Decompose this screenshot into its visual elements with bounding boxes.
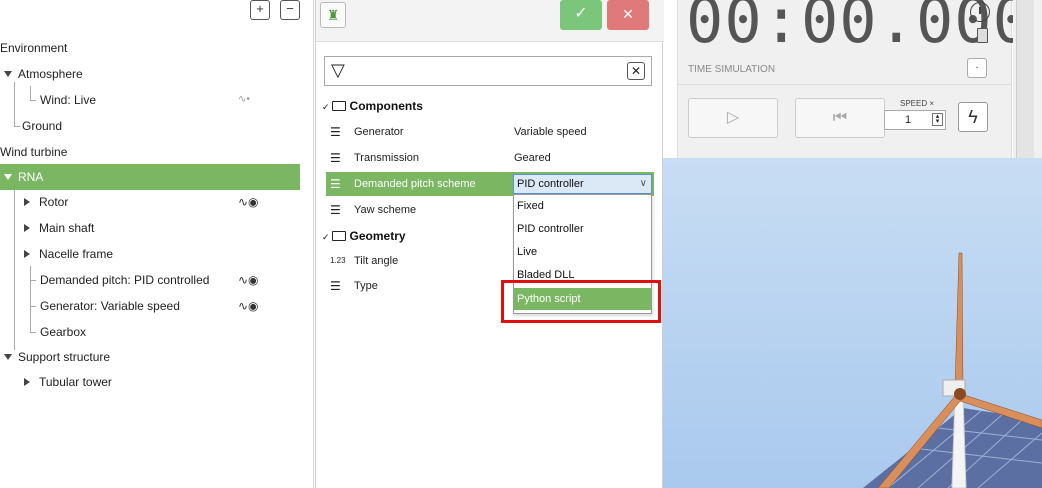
tree-item-label: Wind: Live (40, 93, 97, 107)
tree-item-environment[interactable]: Environment (0, 35, 300, 61)
expand-caret-icon[interactable] (24, 378, 30, 386)
option-live[interactable]: Live (514, 241, 651, 263)
highlight-annotation (501, 280, 661, 323)
tree-item-label: Wind turbine (0, 145, 68, 159)
lightning-icon[interactable]: ϟ (958, 102, 988, 132)
expand-caret-icon[interactable] (24, 224, 30, 232)
rewind-button[interactable]: ⏮ (795, 98, 885, 138)
numeric-icon: 1.23 (330, 256, 346, 265)
option-pid-controller[interactable]: PID controller (514, 218, 651, 240)
property-toolbar: ♜ ✓ ✕ (316, 0, 664, 42)
tree-item-nacelle-frame[interactable]: Nacelle frame (0, 241, 300, 267)
3d-viewport[interactable] (663, 158, 1042, 488)
folder-icon (331, 231, 346, 241)
tree-item-label: Main shaft (39, 221, 95, 235)
group-geometry[interactable]: ✓ Geometry (322, 229, 406, 243)
tower (951, 395, 967, 488)
clock-icon[interactable] (970, 2, 990, 22)
tree-item-label: Demanded pitch: PID controlled (40, 273, 210, 287)
clear-filter-button[interactable]: ✕ (627, 62, 645, 80)
divider (677, 84, 1012, 85)
expand-caret-icon[interactable] (24, 198, 30, 206)
speed-spinner[interactable]: ▴ ▾ (932, 113, 943, 126)
speed-label: SPEED × (900, 99, 935, 108)
tree-item-rna[interactable]: RNA (0, 164, 300, 190)
tree-item-label: Gearbox (40, 325, 87, 339)
group-components[interactable]: ✓ Components (322, 99, 423, 113)
wave-signal-icon: ∿◉ (238, 273, 259, 287)
speed-value: 1 (905, 114, 912, 126)
prop-value: Geared (514, 152, 551, 164)
list-icon: ☰ (330, 125, 341, 139)
folder-icon (331, 101, 346, 111)
time-simulation-label: TIME SIMULATION (688, 64, 776, 75)
tree-item-label: Rotor (39, 195, 69, 209)
chevron-down-icon: ✓ (322, 102, 330, 112)
prop-value: Variable speed (514, 126, 587, 138)
expand-caret-icon[interactable] (24, 250, 30, 258)
tree-item-ground[interactable]: Ground (0, 113, 300, 139)
tree-item-gearbox[interactable]: Gearbox (0, 319, 300, 345)
tree-item-label: Support structure (18, 350, 111, 364)
tree-item-tubular-tower[interactable]: Tubular tower (0, 369, 300, 395)
play-button[interactable]: ▷ (688, 98, 778, 138)
turbine-app-icon[interactable]: ♜ (320, 2, 346, 28)
dropdown-button[interactable]: . (967, 58, 987, 78)
blade-up (954, 252, 964, 389)
list-icon: ☰ (330, 151, 341, 165)
tree-item-label: Nacelle frame (39, 247, 114, 261)
expand-caret-icon[interactable] (4, 354, 12, 360)
wave-signal-icon: ∿◉ (238, 299, 259, 313)
list-icon: ☰ (330, 203, 341, 217)
filter-input[interactable]: ▽ ✕ (324, 56, 652, 86)
tree-item-label: RNA (18, 170, 44, 184)
tree-item-label: Generator: Variable speed (40, 299, 180, 313)
prop-row-generator[interactable]: ☰ Generator Variable speed (326, 120, 654, 144)
tree-item-atmosphere[interactable]: Atmosphere (0, 61, 300, 87)
tree-item-label: Ground (22, 119, 63, 133)
turbine-render (863, 252, 1042, 488)
prop-name: Yaw scheme (354, 204, 417, 216)
tree-item-label: Environment (0, 41, 68, 55)
list-icon: ☰ (330, 177, 341, 191)
pitch-scheme-select[interactable]: PID controller ∨ (513, 174, 652, 194)
model-tree-panel: + − Environment Atmosphere Wind: Live ∿•… (0, 0, 314, 488)
list-icon: ☰ (330, 279, 341, 293)
prop-name: Tilt angle (354, 255, 399, 267)
battery-icon (977, 28, 988, 43)
chevron-down-icon: ✓ (322, 232, 330, 242)
prop-name: Demanded pitch scheme (354, 178, 476, 190)
expand-caret-icon[interactable] (4, 174, 12, 180)
prop-name: Generator (354, 126, 404, 138)
tree-item-support-structure[interactable]: Support structure (0, 344, 300, 370)
tree-item-main-shaft[interactable]: Main shaft (0, 215, 300, 241)
option-fixed[interactable]: Fixed (514, 195, 651, 217)
select-value: PID controller (517, 178, 584, 190)
scrollbar-thumb[interactable] (1016, 0, 1034, 158)
ok-button[interactable]: ✓ (560, 0, 602, 30)
collapse-all-button[interactable]: − (280, 0, 300, 20)
prop-name: Type (354, 280, 378, 292)
expand-caret-icon[interactable] (4, 71, 12, 77)
tree-item-label: Tubular tower (39, 375, 112, 389)
prop-row-transmission[interactable]: ☰ Transmission Geared (326, 146, 654, 170)
cancel-button[interactable]: ✕ (607, 0, 649, 30)
expand-all-button[interactable]: + (250, 0, 270, 20)
filter-icon: ▽ (331, 60, 345, 80)
wave-signal-icon: ∿◉ (238, 195, 259, 209)
group-label: Geometry (349, 229, 406, 243)
chevron-down-icon: ∨ (639, 178, 647, 189)
panel-scrollbar[interactable] (1013, 0, 1042, 158)
prop-name: Transmission (354, 152, 419, 164)
tree-item-label: Atmosphere (18, 67, 83, 81)
wave-signal-icon: ∿• (238, 94, 250, 105)
hub (954, 388, 966, 400)
tree-item-wind-turbine[interactable]: Wind turbine (0, 139, 300, 165)
group-label: Components (349, 99, 423, 113)
tree-item-wind-live[interactable]: Wind: Live (0, 87, 300, 113)
